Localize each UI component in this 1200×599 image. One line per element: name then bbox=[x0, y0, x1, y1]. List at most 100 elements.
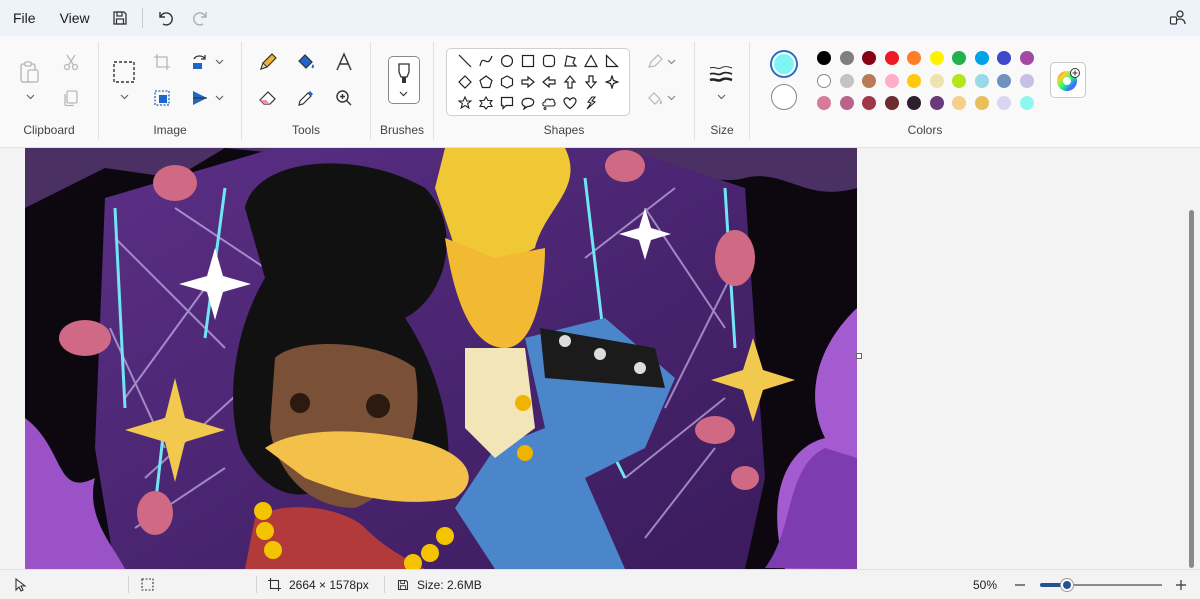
secondary-color[interactable] bbox=[771, 84, 797, 110]
size-button[interactable] bbox=[707, 60, 735, 88]
shape-right-triangle[interactable] bbox=[602, 51, 622, 71]
color-swatch[interactable] bbox=[974, 51, 989, 65]
zoom-out-button[interactable] bbox=[1014, 570, 1026, 599]
shape-oval[interactable] bbox=[497, 51, 517, 71]
rectangular-callout-icon bbox=[500, 96, 514, 110]
color-swatch[interactable] bbox=[862, 51, 876, 65]
shape-up-arrow[interactable] bbox=[560, 72, 580, 92]
color-swatch[interactable] bbox=[817, 96, 831, 110]
shape-left-arrow[interactable] bbox=[539, 72, 559, 92]
account-settings-icon bbox=[1169, 10, 1186, 25]
color-swatch[interactable] bbox=[952, 51, 966, 65]
shape-down-arrow[interactable] bbox=[581, 72, 601, 92]
color-swatch[interactable] bbox=[929, 51, 944, 65]
vertical-scrollbar[interactable] bbox=[1184, 148, 1200, 569]
redo-button[interactable] bbox=[183, 0, 219, 36]
color-swatch[interactable] bbox=[997, 51, 1011, 65]
account-button[interactable] bbox=[1166, 6, 1190, 30]
zoom-slider[interactable] bbox=[1040, 578, 1162, 592]
canvas-workspace[interactable] bbox=[0, 148, 1184, 569]
text-button[interactable] bbox=[330, 48, 358, 76]
color-swatch[interactable] bbox=[997, 96, 1011, 110]
shape-rect-callout[interactable] bbox=[497, 93, 517, 113]
colors-group: Colors bbox=[750, 36, 1100, 147]
shape-hexagon[interactable] bbox=[497, 72, 517, 92]
color-swatch[interactable] bbox=[817, 51, 831, 65]
shape-right-arrow[interactable] bbox=[518, 72, 538, 92]
shape-pentagon[interactable] bbox=[476, 72, 496, 92]
color-swatch[interactable] bbox=[839, 73, 854, 88]
crop-button[interactable] bbox=[148, 48, 176, 76]
zoom-slider-thumb[interactable] bbox=[1059, 578, 1074, 592]
pencil-button[interactable] bbox=[254, 48, 282, 76]
shape-curve[interactable] bbox=[476, 51, 496, 71]
shape-heart[interactable] bbox=[560, 93, 580, 113]
left-arrow-icon bbox=[542, 75, 556, 89]
color-swatch[interactable] bbox=[839, 96, 854, 110]
fill-shape-dropdown[interactable] bbox=[666, 93, 676, 103]
color-picker-button[interactable] bbox=[292, 84, 320, 112]
color-swatch[interactable] bbox=[929, 96, 944, 110]
color-swatch[interactable] bbox=[862, 96, 876, 110]
shape-rounded-rectangle[interactable] bbox=[539, 51, 559, 71]
canvas-resize-handle[interactable] bbox=[856, 353, 862, 359]
copy-button[interactable] bbox=[57, 84, 85, 112]
color-swatch[interactable] bbox=[884, 96, 899, 110]
color-swatch[interactable] bbox=[974, 73, 989, 88]
color-swatch[interactable] bbox=[997, 73, 1011, 88]
shape-five-point-star[interactable] bbox=[455, 93, 475, 113]
shape-lightning[interactable] bbox=[581, 93, 601, 113]
color-swatch[interactable] bbox=[817, 73, 831, 88]
drawing-canvas[interactable] bbox=[25, 148, 857, 569]
zoom-in-button[interactable] bbox=[1175, 570, 1187, 599]
select-dropdown[interactable] bbox=[119, 92, 129, 102]
size-dropdown[interactable] bbox=[716, 92, 726, 102]
magnifier-button[interactable] bbox=[330, 84, 358, 112]
color-swatch[interactable] bbox=[929, 73, 944, 88]
select-button[interactable] bbox=[110, 58, 138, 86]
shape-four-point-star[interactable] bbox=[602, 72, 622, 92]
rotate-button[interactable] bbox=[186, 48, 214, 76]
color-swatch[interactable] bbox=[862, 73, 876, 88]
resize-button[interactable] bbox=[148, 84, 176, 112]
flip-dropdown[interactable] bbox=[214, 93, 224, 103]
brushes-button[interactable] bbox=[388, 56, 420, 104]
color-swatch[interactable] bbox=[839, 51, 854, 65]
color-swatch[interactable] bbox=[952, 73, 966, 88]
menu-file[interactable]: File bbox=[0, 0, 48, 36]
shape-triangle[interactable] bbox=[581, 51, 601, 71]
color-swatch[interactable] bbox=[974, 96, 989, 110]
color-swatch[interactable] bbox=[907, 96, 921, 110]
shape-cloud-callout[interactable] bbox=[539, 93, 559, 113]
color-swatch[interactable] bbox=[1019, 73, 1034, 88]
save-button[interactable] bbox=[102, 0, 138, 36]
color-swatch[interactable] bbox=[1019, 96, 1034, 110]
shape-line[interactable] bbox=[455, 51, 475, 71]
eraser-button[interactable] bbox=[254, 84, 282, 112]
fill-button[interactable] bbox=[292, 48, 320, 76]
undo-button[interactable] bbox=[147, 0, 183, 36]
rotate-dropdown[interactable] bbox=[214, 57, 224, 67]
scrollbar-thumb[interactable] bbox=[1189, 210, 1194, 568]
color-swatch[interactable] bbox=[884, 73, 899, 88]
shape-rectangle[interactable] bbox=[518, 51, 538, 71]
cut-button[interactable] bbox=[57, 48, 85, 76]
color-swatch[interactable] bbox=[1019, 51, 1034, 65]
shape-oval-callout[interactable] bbox=[518, 93, 538, 113]
shape-six-point-star[interactable] bbox=[476, 93, 496, 113]
color-swatch[interactable] bbox=[884, 51, 899, 65]
paste-dropdown[interactable] bbox=[25, 92, 35, 102]
shapes-label: Shapes bbox=[543, 123, 585, 137]
menu-view[interactable]: View bbox=[48, 0, 102, 36]
paste-button[interactable] bbox=[15, 58, 43, 86]
color-swatch[interactable] bbox=[907, 73, 921, 88]
flip-button[interactable] bbox=[186, 84, 214, 112]
shape-diamond[interactable] bbox=[455, 72, 475, 92]
primary-color[interactable] bbox=[770, 50, 798, 78]
shape-polygon[interactable] bbox=[560, 51, 580, 71]
edit-colors-button[interactable] bbox=[1050, 62, 1086, 98]
selection-icon bbox=[141, 578, 154, 591]
color-swatch[interactable] bbox=[907, 51, 921, 65]
outline-dropdown[interactable] bbox=[666, 57, 676, 67]
color-swatch[interactable] bbox=[952, 96, 966, 110]
